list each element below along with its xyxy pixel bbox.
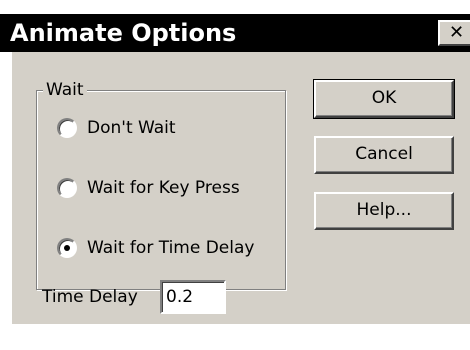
time-delay-label: Time Delay	[42, 287, 138, 307]
ok-button[interactable]: OK	[313, 79, 455, 119]
title-bar[interactable]: Animate Options ✕	[0, 14, 470, 52]
radio-wait-for-time-delay[interactable]: Wait for Time Delay	[57, 235, 254, 261]
dialog-body: Wait Don't Wait Wait for Key Press Wait …	[12, 52, 470, 324]
cancel-button[interactable]: Cancel	[314, 136, 454, 174]
animate-options-dialog: Animate Options ✕ Wait Don't Wait Wait f…	[0, 0, 470, 350]
bottom-strip	[0, 324, 470, 350]
wait-group-label: Wait	[43, 79, 87, 101]
wait-groupbox: Wait Don't Wait Wait for Key Press Wait …	[36, 79, 286, 290]
close-icon: ✕	[449, 22, 465, 43]
radio-button-icon[interactable]	[57, 178, 77, 198]
radio-wait-for-key-press[interactable]: Wait for Key Press	[57, 175, 240, 201]
radio-label: Wait for Time Delay	[87, 238, 255, 258]
time-delay-input[interactable]	[160, 280, 226, 314]
radio-button-icon[interactable]	[57, 238, 77, 258]
close-button[interactable]: ✕	[438, 20, 470, 46]
radio-dot	[64, 245, 70, 251]
window-title: Animate Options	[10, 19, 237, 47]
radio-button-icon[interactable]	[57, 118, 77, 138]
radio-label: Don't Wait	[87, 118, 176, 138]
radio-dont-wait[interactable]: Don't Wait	[57, 115, 176, 141]
help-button[interactable]: Help...	[314, 192, 454, 230]
radio-label: Wait for Key Press	[87, 178, 240, 198]
